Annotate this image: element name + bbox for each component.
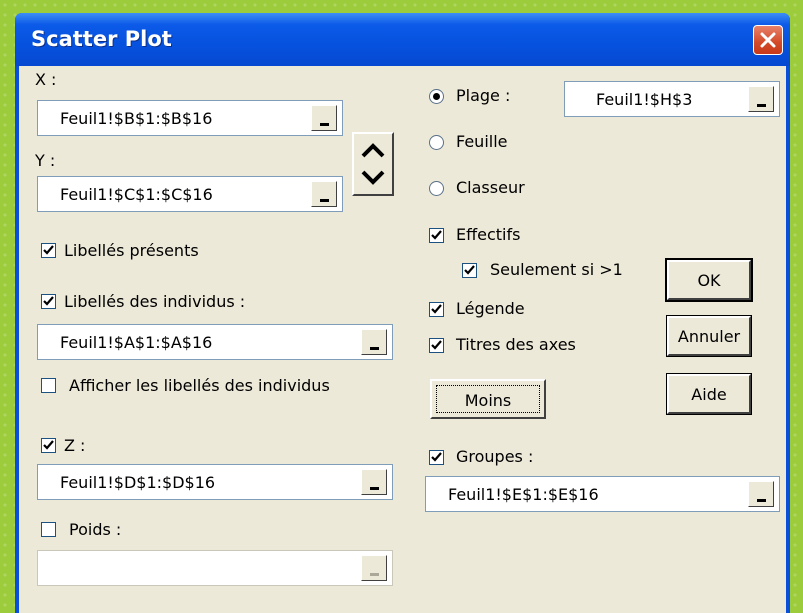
- title-bar[interactable]: Scatter Plot: [15, 13, 790, 66]
- check-icon: [43, 245, 54, 255]
- aide-button[interactable]: Aide: [666, 373, 752, 415]
- libelles-range-picker-button[interactable]: [361, 329, 387, 355]
- y-label: Y :: [35, 151, 56, 170]
- afficher-libelles-label: Afficher les libellés des individus: [69, 376, 330, 395]
- libelles-presents-label: Libellés présents: [64, 241, 199, 260]
- y-range-field[interactable]: Feuil1!$C$1:$C$16: [37, 176, 343, 212]
- check-icon: [43, 440, 54, 450]
- seulement-label: Seulement si >1: [490, 260, 623, 279]
- check-icon: [464, 265, 475, 275]
- poids-label: Poids :: [69, 520, 122, 539]
- poids-range-picker-button[interactable]: [361, 555, 387, 581]
- check-icon: [431, 230, 442, 240]
- close-icon: [760, 32, 776, 48]
- z-checkbox[interactable]: [41, 438, 56, 453]
- plage-radio[interactable]: [429, 89, 444, 104]
- groupes-checkbox[interactable]: [429, 450, 444, 465]
- ok-button-label: OK: [697, 271, 721, 290]
- check-icon: [431, 304, 442, 314]
- libelles-individus-label: Libellés des individus :: [64, 292, 246, 311]
- libelles-presents-checkbox[interactable]: [41, 243, 56, 258]
- check-icon: [43, 296, 54, 306]
- effectifs-checkbox[interactable]: [429, 228, 444, 243]
- scatter-plot-dialog: Scatter Plot X : Feuil1!$B$1:$B$16 Y : F…: [15, 13, 790, 613]
- moins-button[interactable]: Moins: [430, 379, 546, 419]
- groupes-range-field[interactable]: Feuil1!$E$1:$E$16: [425, 476, 780, 512]
- groupes-label: Groupes :: [456, 447, 534, 466]
- libelles-individus-checkbox[interactable]: [41, 294, 56, 309]
- y-range-value: Feuil1!$C$1:$C$16: [60, 185, 213, 204]
- classeur-label: Classeur: [456, 178, 525, 197]
- libelles-range-value: Feuil1!$A$1:$A$16: [60, 333, 213, 352]
- x-range-picker-button[interactable]: [311, 105, 337, 131]
- poids-checkbox[interactable]: [41, 522, 56, 537]
- check-icon: [431, 340, 442, 350]
- z-range-value: Feuil1!$D$1:$D$16: [60, 473, 216, 492]
- x-range-value: Feuil1!$B$1:$B$16: [60, 109, 213, 128]
- swap-up-down-icon: [361, 143, 385, 185]
- window-title: Scatter Plot: [31, 27, 172, 51]
- seulement-checkbox[interactable]: [462, 263, 477, 278]
- plage-range-field[interactable]: Feuil1!$H$3: [564, 81, 780, 117]
- legende-checkbox[interactable]: [429, 302, 444, 317]
- z-label: Z :: [64, 436, 86, 455]
- moins-button-label: Moins: [464, 391, 512, 410]
- close-button[interactable]: [753, 25, 783, 55]
- aide-button-label: Aide: [691, 385, 727, 404]
- x-range-field[interactable]: Feuil1!$B$1:$B$16: [37, 100, 343, 136]
- libelles-range-field[interactable]: Feuil1!$A$1:$A$16: [37, 324, 393, 360]
- poids-range-field[interactable]: [37, 550, 393, 586]
- z-range-field[interactable]: Feuil1!$D$1:$D$16: [37, 464, 393, 500]
- legende-label: Légende: [456, 299, 525, 318]
- ok-button[interactable]: OK: [665, 258, 753, 302]
- annuler-button[interactable]: Annuler: [666, 315, 752, 357]
- dialog-client-area: X : Feuil1!$B$1:$B$16 Y : Feuil1!$C$1:$C…: [19, 66, 786, 613]
- groupes-range-picker-button[interactable]: [748, 481, 774, 507]
- z-range-picker-button[interactable]: [361, 469, 387, 495]
- titres-axes-checkbox[interactable]: [429, 338, 444, 353]
- groupes-range-value: Feuil1!$E$1:$E$16: [448, 485, 599, 504]
- check-icon: [431, 452, 442, 462]
- effectifs-label: Effectifs: [456, 225, 521, 244]
- feuille-radio[interactable]: [429, 135, 444, 150]
- plage-range-value: Feuil1!$H$3: [596, 90, 693, 109]
- annuler-button-label: Annuler: [677, 327, 741, 346]
- feuille-label: Feuille: [456, 132, 508, 151]
- x-label: X :: [35, 70, 57, 89]
- plage-label: Plage :: [456, 86, 511, 105]
- titres-axes-label: Titres des axes: [456, 335, 576, 354]
- y-range-picker-button[interactable]: [311, 181, 337, 207]
- swap-xy-button[interactable]: [352, 132, 394, 196]
- afficher-libelles-checkbox[interactable]: [41, 378, 56, 393]
- classeur-radio[interactable]: [429, 181, 444, 196]
- plage-range-picker-button[interactable]: [748, 86, 774, 112]
